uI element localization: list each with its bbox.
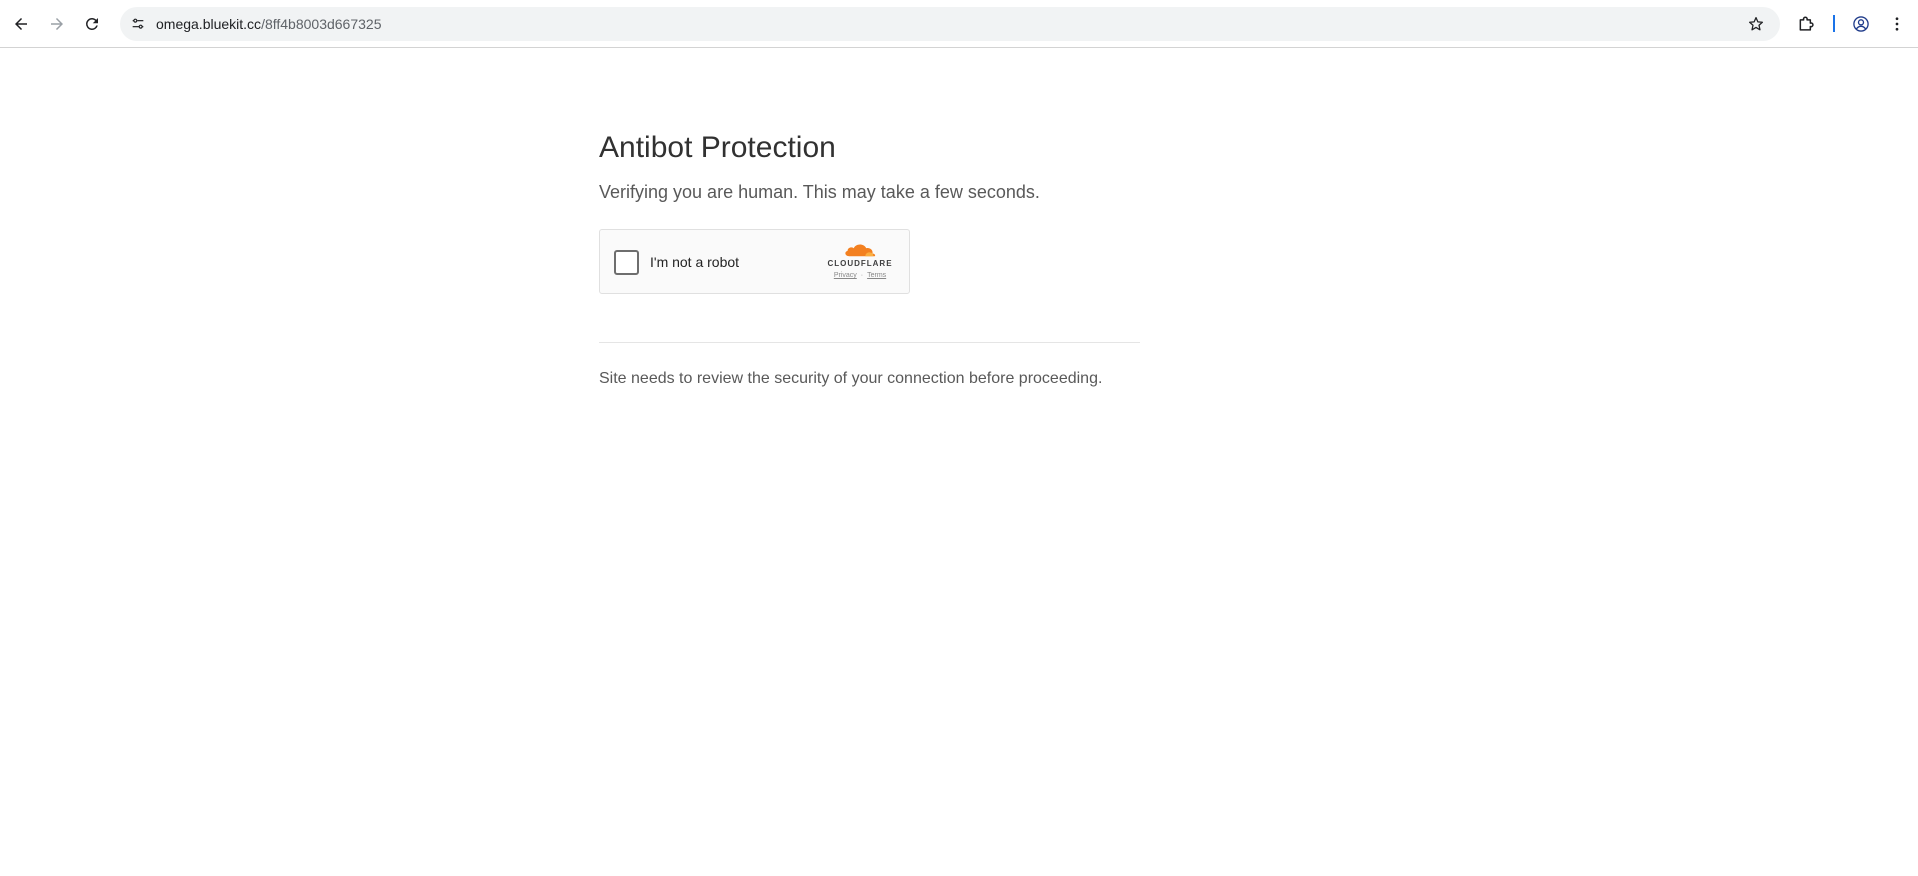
star-icon xyxy=(1748,16,1764,31)
address-bar[interactable]: omega.bluekit.cc/8ff4b8003d667325 xyxy=(120,7,1780,41)
content-divider xyxy=(599,342,1140,343)
profile-icon xyxy=(1853,16,1869,32)
tune-icon xyxy=(132,18,144,29)
captcha-links: Privacy · Terms xyxy=(825,272,895,279)
captcha-label: I'm not a robot xyxy=(650,254,740,270)
captcha-checkbox[interactable] xyxy=(614,250,639,275)
kebab-menu-icon xyxy=(1895,17,1899,31)
privacy-link[interactable]: Privacy xyxy=(834,272,857,279)
reload-icon xyxy=(86,17,98,30)
extensions-button[interactable] xyxy=(1793,10,1821,38)
page-title: Antibot Protection xyxy=(599,131,836,164)
bookmark-button[interactable] xyxy=(1744,12,1768,36)
cloudflare-logo: CLOUDFLARE Privacy · Terms xyxy=(825,242,895,279)
reload-button[interactable] xyxy=(78,10,106,38)
link-separator: · xyxy=(860,272,864,279)
site-info-button[interactable] xyxy=(126,12,150,36)
terms-link[interactable]: Terms xyxy=(867,272,886,279)
puzzle-icon xyxy=(1799,16,1814,31)
profile-button[interactable] xyxy=(1847,10,1875,38)
main-content: Antibot Protection Verifying you are hum… xyxy=(599,120,1140,388)
forward-arrow-icon xyxy=(51,18,63,30)
url-text: omega.bluekit.cc/8ff4b8003d667325 xyxy=(156,7,381,41)
captcha-widget: I'm not a robot CLOUDFLARE Privacy · Terms xyxy=(599,229,910,294)
back-button[interactable] xyxy=(7,10,35,38)
security-footnote: Site needs to review the security of you… xyxy=(599,370,1103,387)
forward-button[interactable] xyxy=(43,10,71,38)
toolbar-divider xyxy=(1833,15,1835,32)
page-subtitle: Verifying you are human. This may take a… xyxy=(599,182,1040,202)
back-arrow-icon xyxy=(15,18,27,30)
browser-menu-button[interactable] xyxy=(1883,10,1911,38)
cloudflare-wordmark: CLOUDFLARE xyxy=(827,259,893,268)
url-host: omega.bluekit.cc xyxy=(156,16,262,32)
browser-toolbar: omega.bluekit.cc/8ff4b8003d667325 xyxy=(0,0,1918,48)
url-path: /8ff4b8003d667325 xyxy=(261,16,382,32)
cloudflare-cloud-icon xyxy=(845,244,876,257)
